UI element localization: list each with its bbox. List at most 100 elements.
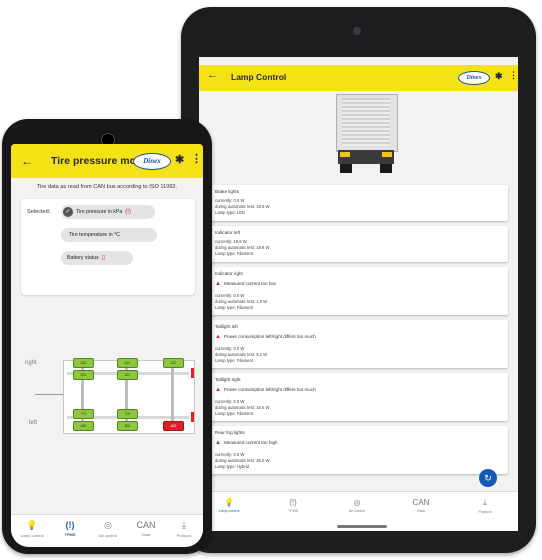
nav-label: Air control: [98, 533, 117, 538]
nav-tpms[interactable]: (!) TPMS: [263, 498, 323, 513]
phone-device: ← Tire pressure mo... Dinex ✱ ⋮ Tire dat…: [2, 119, 212, 554]
lamp-type: Lamp type: Filament: [215, 358, 253, 363]
nav-label: Data: [417, 509, 425, 513]
page-title: Tire pressure mo...: [51, 155, 145, 167]
bluetooth-icon[interactable]: ✱: [175, 153, 184, 166]
lamp-title: Brake lights: [215, 189, 240, 194]
lamp-current: currently: 19.9 W: [215, 239, 247, 244]
lamp-test-value: during automatic test: 19.8 W: [215, 245, 270, 250]
air-control-icon: ◎: [353, 498, 361, 507]
lamp-type: Lamp type: Hybrid: [215, 464, 249, 469]
tire-axle2-left-inner[interactable]: 700: [117, 409, 138, 419]
tablet-device: ← Lamp Control Dinex ✱ ⋮ Brake lights cu…: [181, 7, 536, 553]
display-selector-card: Selected: ✓ Tire pressure in kPa (!) Tire …: [21, 199, 195, 295]
tire-axle2-right-outer[interactable]: 820: [117, 358, 138, 368]
lamp-card-rear-fog-lights[interactable]: Rear fog lights ▲ Measured current too hi…: [203, 426, 508, 474]
chip-label: Battery status: [67, 255, 99, 261]
can-icon: CAN: [136, 520, 156, 530]
truck-rear-illustration: [330, 94, 402, 174]
lamp-warning: ▲ Power consumption left/right differs to…: [215, 387, 316, 393]
lamp-test-value: during automatic test: 1.0 W: [215, 299, 268, 304]
tablet-screen: ← Lamp Control Dinex ✱ ⋮ Brake lights cu…: [199, 57, 518, 531]
chip-label: Tire pressure in kPa: [76, 209, 123, 215]
nav-label: Air control: [348, 509, 366, 513]
phone-bottom-nav: 💡 Lamp control (!) TPMS ◎ Air control CA…: [11, 514, 203, 547]
check-icon: ✓: [63, 207, 73, 217]
lamp-title: Rear fog lights: [215, 430, 245, 435]
lamp-type: Lamp type: Filament: [215, 411, 253, 416]
tablet-app-bar: ← Lamp Control Dinex ✱ ⋮: [199, 65, 518, 91]
nav-protocol[interactable]: ⤓ Protocol: [165, 520, 203, 538]
lamp-card-indicator-right[interactable]: Indicator right ▲ Measured current too lo…: [203, 267, 508, 315]
lamp-current: currently: 0.0 W: [215, 452, 245, 457]
tire-axle1-right-inner[interactable]: 820: [73, 370, 94, 380]
nav-air-control[interactable]: ◎ Air control: [89, 520, 127, 538]
lamp-test-value: during automatic test: 16.6 W: [215, 405, 270, 410]
brand-logo: Dinex: [458, 71, 490, 85]
tire-data-description: Tire data as read from CAN bus according…: [36, 184, 178, 190]
tire-axle1-left-inner[interactable]: 770: [73, 409, 94, 419]
home-indicator[interactable]: [337, 525, 387, 528]
lamp-warning: ▲ Power consumption left/right differs to…: [215, 334, 316, 340]
phone-screen: ← Tire pressure mo... Dinex ✱ ⋮ Tire dat…: [11, 144, 203, 547]
warning-icon: ▲: [215, 387, 221, 393]
nav-data[interactable]: CAN Data: [127, 520, 165, 537]
brand-logo: Dinex: [133, 153, 171, 170]
chip-tire-pressure[interactable]: ✓ Tire pressure in kPa (!): [61, 205, 155, 219]
selected-label: Selected:: [27, 209, 51, 215]
lamp-card-taillight-left[interactable]: Taillight left ▲ Power consumption left/r…: [203, 320, 508, 368]
lamp-title: Indicator right: [215, 271, 243, 276]
phone-app-bar: ← Tire pressure mo... Dinex ✱ ⋮: [11, 144, 203, 178]
nav-label: Protocol: [478, 510, 492, 514]
tire-pressure-icon: (!): [65, 520, 75, 530]
nav-protocol[interactable]: ⤓ Protocol: [455, 498, 515, 514]
nav-label: TPMS: [288, 509, 298, 513]
lamp-title: Indicator left: [215, 230, 241, 235]
bluetooth-icon[interactable]: ✱: [495, 71, 503, 82]
lamp-card-indicator-left[interactable]: Indicator left currently: 19.9 W during …: [203, 226, 508, 262]
lightbulb-icon: 💡: [26, 520, 38, 530]
nav-lamp-control[interactable]: 💡 Lamp control: [13, 520, 51, 538]
lamp-warning: ▲ Measured current too high: [215, 440, 278, 446]
tire-axle2-right-inner[interactable]: 820: [117, 370, 138, 380]
lamp-current: currently: 0.0 W: [215, 293, 245, 298]
lamp-type: Lamp type: Filament: [215, 251, 253, 256]
nav-tpms[interactable]: (!) TPMS: [51, 520, 89, 537]
rear-light-marker-right: [191, 368, 194, 378]
lamp-current: currently: 0.0 W: [215, 346, 245, 351]
lamp-test-value: during automatic test: 19.9 W: [215, 204, 270, 209]
tire-pressure-icon: (!): [289, 498, 297, 507]
lamp-current: currently: 0.0 W: [215, 198, 245, 203]
tire-axle1-left-outer[interactable]: 680: [73, 421, 94, 431]
nav-air-control[interactable]: ◎ Air control: [327, 498, 387, 513]
tire-axle3-right-outer[interactable]: 820: [163, 358, 184, 368]
nav-data[interactable]: CAN Data: [391, 498, 451, 513]
warning-icon: ▲: [215, 281, 221, 287]
back-arrow-icon[interactable]: ←: [21, 154, 33, 168]
side-label-right: right: [25, 360, 37, 366]
lamp-card-brake-lights[interactable]: Brake lights currently: 0.0 W during aut…: [203, 185, 508, 221]
lamp-title: Taillight left: [215, 324, 238, 329]
chip-label: Tire temperature in °C: [69, 232, 120, 238]
more-menu-icon[interactable]: ⋮: [191, 152, 202, 165]
tire-axle2-left-outer[interactable]: 800: [117, 421, 138, 431]
chip-battery-status[interactable]: Battery status ▯: [61, 251, 133, 265]
axle-3: [171, 366, 174, 424]
tire-axle3-left-outer[interactable]: 400: [163, 421, 184, 431]
more-menu-icon[interactable]: ⋮: [509, 70, 518, 81]
refresh-fab-button[interactable]: ↻: [479, 469, 497, 487]
air-control-icon: ◎: [104, 520, 112, 530]
lamp-warning: ▲ Measured current too low: [215, 281, 276, 287]
can-icon: CAN: [412, 498, 430, 507]
lamp-type: Lamp type: Filament: [215, 305, 253, 310]
lamp-card-taillight-right[interactable]: Taillight right ▲ Power consumption left/…: [203, 373, 508, 421]
tire-warning-icon: (!): [125, 209, 131, 215]
tire-axle1-right-outer[interactable]: 820: [73, 358, 94, 368]
page-title: Lamp Control: [231, 72, 287, 82]
nav-label: TPMS: [64, 532, 76, 537]
chip-tire-temperature[interactable]: Tire temperature in °C: [61, 228, 157, 242]
download-icon: ⤓: [182, 520, 186, 530]
back-arrow-icon[interactable]: ←: [207, 69, 218, 81]
nav-label: Data: [141, 532, 151, 537]
side-label-left: left: [29, 420, 38, 426]
